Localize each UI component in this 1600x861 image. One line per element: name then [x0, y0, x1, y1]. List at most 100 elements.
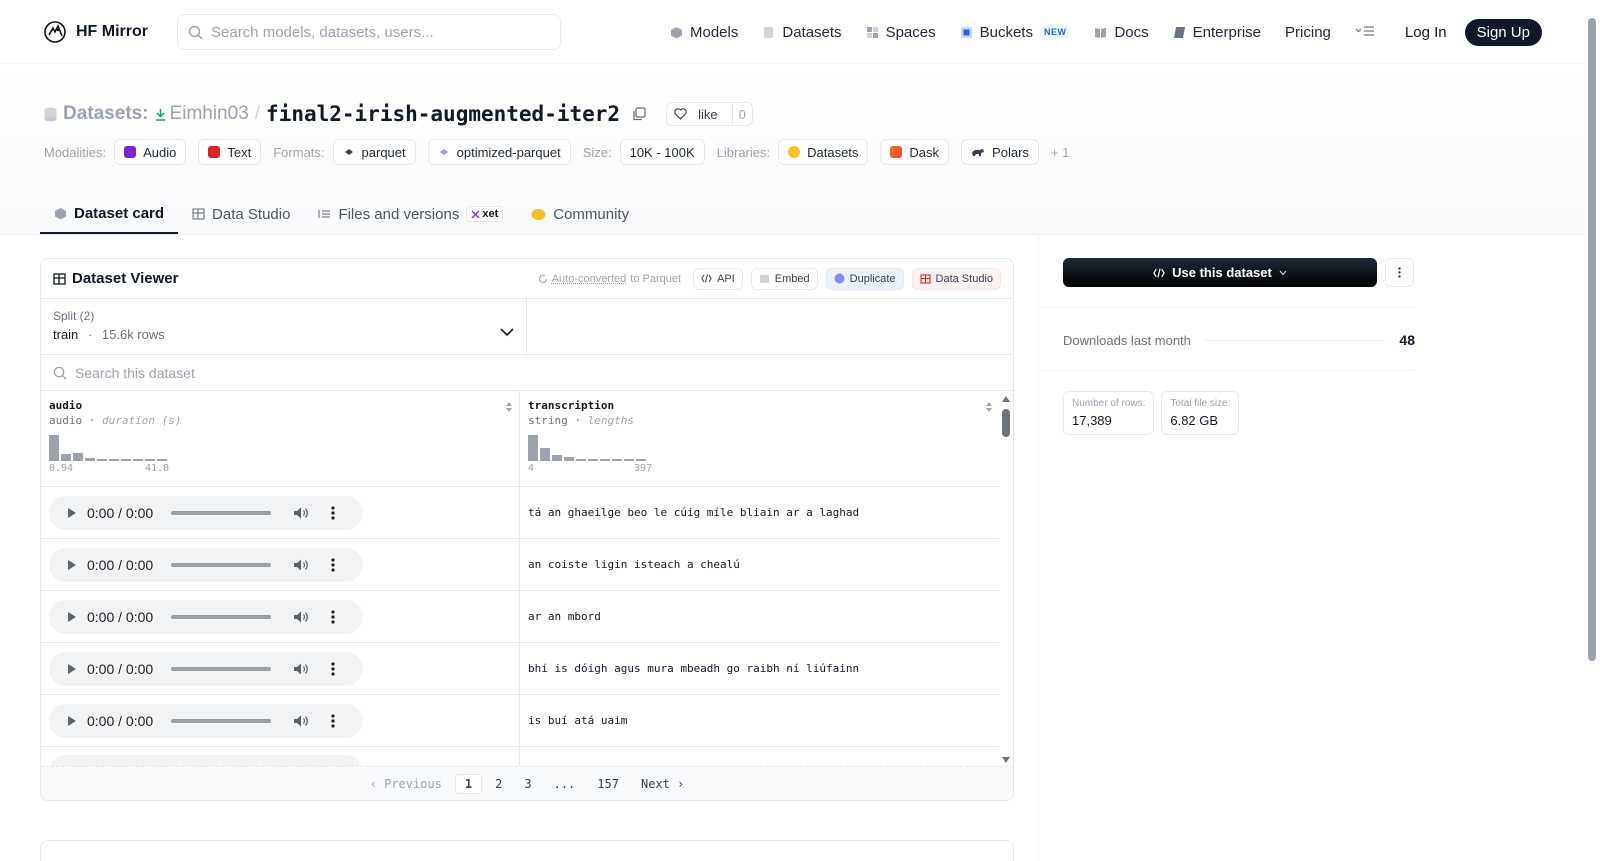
histogram-bar[interactable]	[528, 435, 538, 461]
page-2[interactable]: 2	[486, 775, 511, 793]
histogram-bar[interactable]	[133, 459, 143, 461]
play-icon[interactable]	[67, 559, 77, 571]
page-1[interactable]: 1	[454, 773, 483, 794]
more-libraries[interactable]: + 1	[1051, 145, 1069, 160]
page-scrollbar[interactable]	[1584, 0, 1600, 861]
tag-parquet[interactable]: parquet	[332, 139, 416, 165]
kebab-icon[interactable]	[331, 505, 335, 520]
volume-icon[interactable]	[293, 714, 309, 728]
audio-player[interactable]: 0:00 / 0:00	[49, 495, 363, 530]
histogram-bar[interactable]	[49, 435, 59, 461]
column-histogram[interactable]	[49, 435, 511, 461]
transcription-cell[interactable]: ar an mbord	[520, 591, 999, 642]
histogram-bar[interactable]	[600, 459, 610, 461]
audio-progress-bar[interactable]	[171, 562, 271, 567]
audio-player[interactable]: 0:00 / 0:00	[49, 703, 363, 738]
transcription-cell[interactable]: an coiste ligin isteach a chealú	[520, 539, 999, 590]
transcription-cell[interactable]	[520, 747, 999, 766]
histogram-bar[interactable]	[61, 454, 71, 461]
audio-progress-bar[interactable]	[171, 666, 271, 671]
tag-dask[interactable]: Dask	[880, 139, 950, 165]
sort-icon[interactable]	[985, 401, 993, 413]
column-header-transcription[interactable]: transcription string · lengths 4 397	[520, 391, 999, 487]
play-icon[interactable]	[67, 715, 77, 727]
global-search[interactable]	[177, 14, 561, 50]
tab-data-studio[interactable]: Data Studio	[178, 194, 304, 234]
histogram-bar[interactable]	[624, 459, 634, 461]
embed-button[interactable]: Embed	[750, 267, 818, 290]
nav-datasets[interactable]: Datasets	[762, 24, 842, 41]
tab-dataset-card[interactable]: Dataset card	[40, 194, 179, 234]
transcription-cell[interactable]: bhí is dóigh agus mura mbeadh go raibh n…	[520, 643, 999, 694]
more-menu-button[interactable]	[1355, 24, 1375, 40]
histogram-bar[interactable]	[636, 459, 646, 461]
play-icon[interactable]	[67, 611, 77, 623]
histogram-bar[interactable]	[121, 459, 131, 461]
api-button[interactable]: API	[693, 267, 743, 290]
copy-icon[interactable]	[632, 107, 646, 121]
table-row[interactable]: 0:00 / 0:00 is buí atá uaim	[41, 695, 999, 747]
audio-player[interactable]: 0:00 / 0:00	[49, 599, 363, 634]
nav-enterprise[interactable]: Enterprise	[1173, 24, 1261, 41]
like-count[interactable]: 0	[731, 103, 752, 125]
repo-owner[interactable]: Eimhin03	[155, 103, 249, 125]
global-search-input[interactable]	[211, 23, 541, 41]
nav-models[interactable]: Models	[670, 24, 738, 41]
page-scroll-thumb[interactable]	[1588, 18, 1596, 661]
data-studio-button[interactable]: Data Studio	[911, 267, 1001, 290]
table-row[interactable]	[41, 747, 999, 766]
audio-player[interactable]	[49, 755, 363, 766]
tab-community[interactable]: Community	[517, 194, 643, 234]
tag-optimized-parquet[interactable]: optimized-parquet	[427, 139, 571, 165]
histogram-bar[interactable]	[157, 459, 167, 461]
repo-type-label[interactable]: Datasets:	[63, 103, 149, 125]
audio-progress-bar[interactable]	[171, 718, 271, 723]
nav-pricing[interactable]: Pricing	[1285, 24, 1331, 41]
nav-docs[interactable]: Docs	[1094, 24, 1149, 41]
sort-icon[interactable]	[505, 401, 513, 413]
histogram-bar[interactable]	[612, 459, 622, 461]
play-icon[interactable]	[67, 663, 77, 675]
kebab-icon[interactable]	[331, 609, 335, 624]
audio-player[interactable]: 0:00 / 0:00	[49, 547, 363, 582]
tag-size[interactable]: 10K - 100K	[619, 139, 705, 165]
page-157[interactable]: 157	[588, 775, 628, 793]
column-header-audio[interactable]: audio audio · duration (s) 0.94 41.8	[41, 391, 520, 487]
scroll-up-icon[interactable]	[1002, 395, 1010, 403]
table-row[interactable]: 0:00 / 0:00 an coiste ligin isteach a che…	[41, 539, 999, 591]
login-link[interactable]: Log In	[1405, 24, 1447, 41]
table-row[interactable]: 0:00 / 0:00 bhí is dóigh agus mura mbeadh…	[41, 643, 999, 695]
duplicate-button[interactable]: Duplicate	[825, 267, 904, 290]
like-button[interactable]: like 0	[666, 102, 753, 126]
histogram-bar[interactable]	[109, 459, 119, 461]
split-selector[interactable]: Split (2) train · 15.6k rows	[41, 299, 527, 354]
tag-polars[interactable]: Polars	[961, 139, 1039, 165]
histogram-bar[interactable]	[85, 458, 95, 461]
volume-icon[interactable]	[293, 610, 309, 624]
histogram-bar[interactable]	[588, 459, 598, 461]
kebab-icon[interactable]	[331, 713, 335, 728]
dataset-search-input[interactable]	[75, 364, 475, 381]
page-3[interactable]: 3	[515, 775, 540, 793]
histogram-bar[interactable]	[73, 453, 83, 461]
histogram-bar[interactable]	[145, 459, 155, 461]
use-dataset-button[interactable]: Use this dataset	[1063, 258, 1377, 287]
histogram-bar[interactable]	[576, 459, 586, 461]
transcription-cell[interactable]: tá an ghaeilge beo le cúig míle bliain a…	[520, 487, 999, 538]
audio-progress-bar[interactable]	[171, 614, 271, 619]
next-page-button[interactable]: Next ›	[632, 775, 693, 793]
kebab-icon[interactable]	[331, 557, 335, 572]
nav-spaces[interactable]: Spaces	[866, 24, 936, 41]
volume-icon[interactable]	[293, 506, 309, 520]
scroll-down-icon[interactable]	[1002, 756, 1010, 764]
auto-converted-link[interactable]: Auto-converted	[552, 273, 627, 285]
nav-buckets[interactable]: Buckets NEW	[960, 24, 1071, 41]
site-logo[interactable]: HF Mirror	[42, 19, 148, 45]
histogram-bar[interactable]	[97, 459, 107, 461]
volume-icon[interactable]	[293, 558, 309, 572]
scroll-thumb[interactable]	[1002, 409, 1010, 437]
play-icon[interactable]	[67, 507, 77, 519]
table-scrollbar[interactable]	[999, 391, 1013, 766]
histogram-bar[interactable]	[564, 457, 574, 461]
volume-icon[interactable]	[293, 662, 309, 676]
